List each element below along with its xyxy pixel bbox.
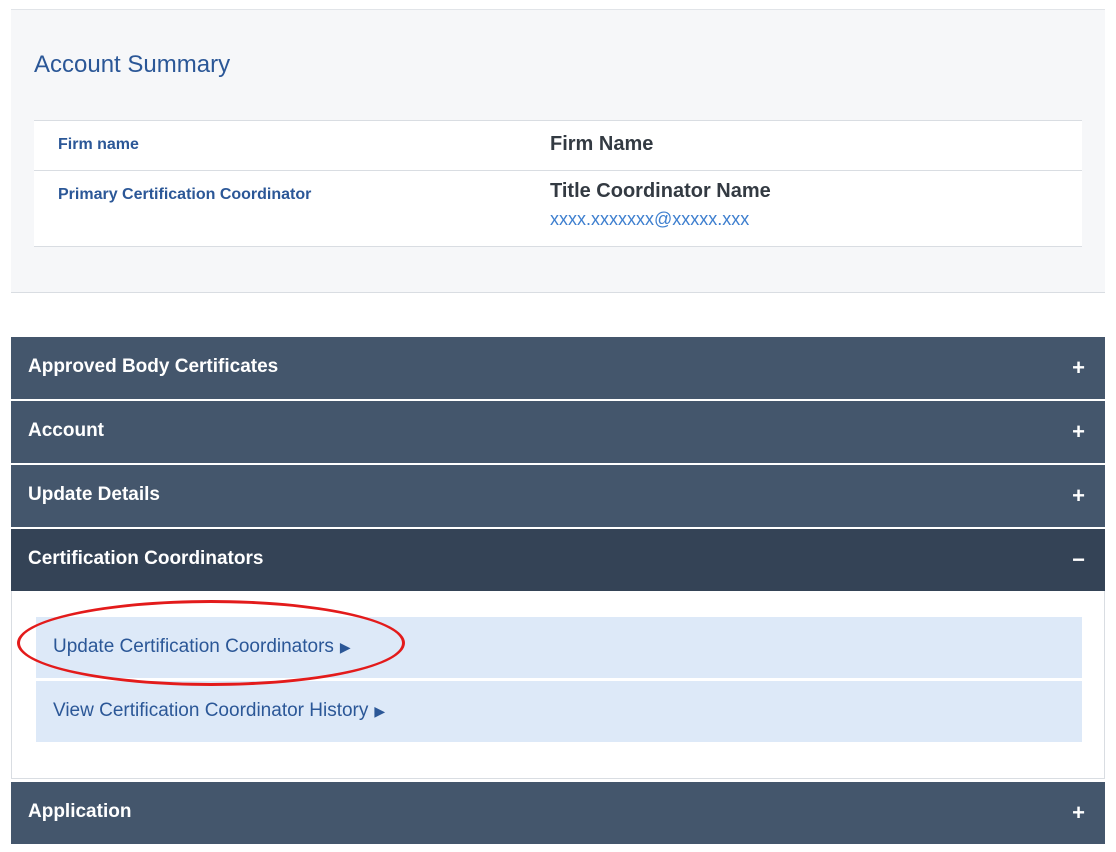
firm-name-label: Firm name bbox=[58, 136, 139, 153]
accordion-title: Certification Coordinators bbox=[28, 548, 264, 569]
expand-plus-icon[interactable]: + bbox=[1072, 800, 1085, 826]
view-history-label: View Certification Coordinator History bbox=[53, 700, 369, 721]
coordinator-email-link[interactable]: xxxx.xxxxxxx@xxxxx.xxx bbox=[550, 209, 771, 230]
firm-name-value-cell: Firm Name bbox=[550, 133, 653, 156]
certification-coordinators-panel: Update Certification Coordinators ▶ View … bbox=[11, 591, 1105, 779]
firm-name-row: Firm name Firm Name bbox=[34, 121, 1082, 171]
accordion-title: Update Details bbox=[28, 484, 160, 505]
account-summary-title: Account Summary bbox=[34, 51, 231, 78]
coordinator-name: Title Coordinator Name bbox=[550, 180, 771, 202]
primary-coordinator-label: Primary Certification Coordinator bbox=[58, 186, 312, 203]
update-certification-coordinators-link[interactable]: Update Certification Coordinators ▶ bbox=[36, 617, 1082, 678]
expand-plus-icon[interactable]: + bbox=[1072, 419, 1085, 445]
triangle-right-icon: ▶ bbox=[339, 639, 351, 655]
accordion-application[interactable]: Application + bbox=[11, 782, 1105, 844]
accordion-certification-coordinators[interactable]: Certification Coordinators − bbox=[11, 529, 1105, 591]
accordion-title: Application bbox=[28, 801, 132, 822]
accordion-update-details[interactable]: Update Details + bbox=[11, 465, 1105, 527]
accordion-account[interactable]: Account + bbox=[11, 401, 1105, 463]
update-coordinators-label: Update Certification Coordinators bbox=[53, 636, 334, 657]
accordion-title: Account bbox=[28, 420, 104, 441]
primary-coordinator-row: Primary Certification Coordinator Title … bbox=[34, 171, 1082, 247]
expand-plus-icon[interactable]: + bbox=[1072, 483, 1085, 509]
collapse-minus-icon[interactable]: − bbox=[1072, 547, 1085, 573]
firm-name-value: Firm Name bbox=[550, 133, 654, 155]
accordion-title: Approved Body Certificates bbox=[28, 356, 279, 377]
expand-plus-icon[interactable]: + bbox=[1072, 355, 1085, 381]
account-summary-card: Account Summary Firm name Firm Name Prim… bbox=[11, 9, 1105, 293]
link-label: Update Certification Coordinators ▶ bbox=[53, 636, 351, 658]
triangle-right-icon: ▶ bbox=[374, 703, 386, 719]
primary-coordinator-value-cell: Title Coordinator Name xxxx.xxxxxxx@xxxx… bbox=[550, 180, 771, 230]
link-label: View Certification Coordinator History ▶ bbox=[53, 700, 385, 722]
account-summary-table: Firm name Firm Name Primary Certificatio… bbox=[34, 120, 1082, 247]
accordion-approved-body-certificates[interactable]: Approved Body Certificates + bbox=[11, 337, 1105, 399]
view-coordinator-history-link[interactable]: View Certification Coordinator History ▶ bbox=[36, 681, 1082, 742]
